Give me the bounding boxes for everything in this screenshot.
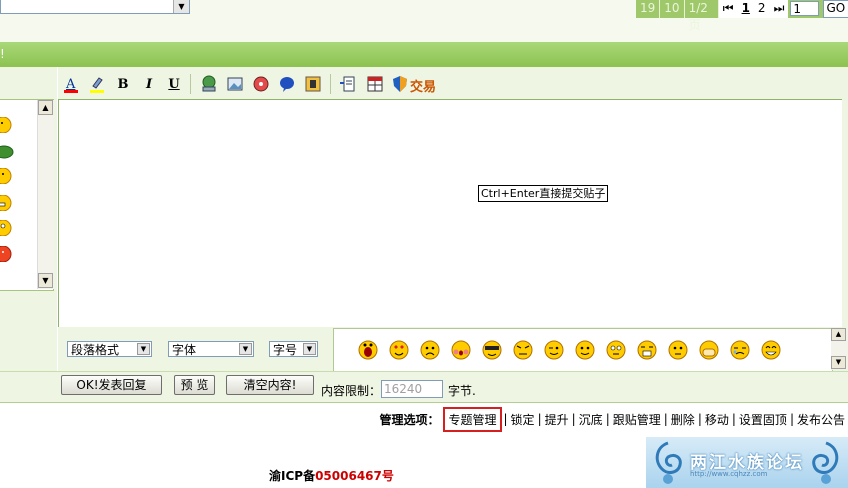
emoticon-scrollbar[interactable]: ▲ ▼: [831, 328, 847, 370]
flash-icon[interactable]: [278, 75, 296, 93]
page-count: 1/2页: [685, 0, 719, 32]
page-jump-input[interactable]: 1: [790, 1, 819, 16]
shouting-emoticon-icon[interactable]: [358, 340, 378, 360]
smiley-icon[interactable]: [0, 220, 14, 236]
chevron-down-icon[interactable]: ▼: [137, 343, 150, 355]
post-content-editor[interactable]: [58, 99, 843, 329]
highlight-icon[interactable]: [88, 75, 106, 93]
table-icon[interactable]: [366, 75, 384, 93]
surprised-emoticon-icon[interactable]: [606, 340, 626, 360]
blush-emoticon-icon[interactable]: [451, 340, 471, 360]
chevron-down-icon[interactable]: ▼: [831, 356, 846, 369]
smiley-scrollbar[interactable]: ▲ ▼: [37, 100, 54, 289]
editor-side-margin: [842, 99, 848, 327]
set-sticky-link[interactable]: 设置固顶: [736, 411, 790, 428]
angry-emoticon-icon[interactable]: [513, 340, 533, 360]
icp-license: 渝ICP备05006467号: [269, 467, 394, 484]
chevron-down-icon[interactable]: ▼: [173, 0, 189, 13]
last-page-icon[interactable]: ⏭: [769, 0, 789, 18]
dragon-icon: [812, 441, 839, 484]
font-size-value: 字号: [273, 343, 298, 357]
neutral-emoticon-icon[interactable]: [668, 340, 688, 360]
section-header-bar: !: [0, 42, 848, 67]
font-size-select[interactable]: 字号 ▼: [269, 341, 318, 357]
cool-emoticon-icon[interactable]: [482, 340, 502, 360]
chevron-up-icon[interactable]: ▲: [831, 328, 846, 341]
shy-emoticon-icon[interactable]: [699, 340, 719, 360]
page-link[interactable]: 10: [660, 0, 685, 18]
smiley-icon[interactable]: [0, 168, 14, 184]
sink-link[interactable]: 沉底: [576, 411, 606, 428]
page-link[interactable]: 19: [636, 0, 661, 18]
dragon-icon: [655, 441, 682, 484]
lock-link[interactable]: 锁定: [508, 411, 538, 428]
logo-url: http://www.cqhzz.com: [690, 470, 768, 478]
turtle-icon[interactable]: [0, 143, 14, 159]
svg-text:A: A: [65, 77, 76, 92]
font-select[interactable]: 字体 ▼: [168, 341, 254, 357]
code-icon[interactable]: [304, 75, 322, 93]
paragraph-format-value: 段落格式: [71, 343, 120, 357]
paragraph-format-select[interactable]: 段落格式 ▼: [67, 341, 152, 357]
go-button[interactable]: GO: [822, 0, 848, 18]
icp-number[interactable]: 05006467号: [315, 469, 394, 483]
forum-jump-select[interactable]: ▼: [0, 0, 190, 14]
grin-emoticon-icon[interactable]: [761, 340, 781, 360]
chevron-down-icon[interactable]: ▼: [38, 273, 53, 288]
pagination: 19 10 1/2页 ⏮ 1 2 ⏭ 1 GO: [636, 0, 848, 32]
font-value: 字体: [172, 343, 197, 357]
bold-icon[interactable]: B: [114, 75, 132, 93]
reply-manage-link[interactable]: 跟贴管理: [610, 411, 664, 428]
smiley-icon[interactable]: [0, 195, 14, 211]
love-emoticon-icon[interactable]: [389, 340, 409, 360]
topic-manage-link[interactable]: 专题管理: [443, 406, 502, 432]
chevron-down-icon[interactable]: ▼: [303, 343, 316, 355]
smile-emoticon-icon[interactable]: [575, 340, 595, 360]
trade-shield-icon[interactable]: [391, 75, 409, 93]
publish-announcement-link[interactable]: 发布公告: [794, 411, 848, 428]
header-text: !: [0, 47, 5, 61]
content-limit-unit: 字节.: [448, 384, 476, 398]
chevron-up-icon[interactable]: ▲: [38, 100, 53, 115]
page-link-next[interactable]: 2: [753, 0, 770, 18]
move-link[interactable]: 移动: [702, 411, 732, 428]
font-color-icon[interactable]: A: [62, 75, 80, 93]
image-icon[interactable]: [226, 75, 244, 93]
angry-smiley-icon[interactable]: [0, 246, 14, 262]
clear-content-button[interactable]: 清空内容!: [226, 375, 314, 395]
media-icon[interactable]: [252, 75, 270, 93]
raise-link[interactable]: 提升: [542, 411, 572, 428]
icp-prefix: 渝ICP备: [269, 469, 316, 483]
trade-button[interactable]: 交易: [410, 76, 436, 95]
submit-reply-button[interactable]: OK!发表回复: [61, 375, 162, 395]
toolbar-divider: [190, 74, 191, 94]
submit-hint-tooltip: Ctrl+Enter直接提交贴子: [478, 185, 609, 202]
admin-options: 管理选项： 专题管理 | 锁定 | 提升 | 沉底 | 跟贴管理 | 删除 | …: [379, 406, 848, 432]
link-icon[interactable]: [200, 75, 218, 93]
forum-logo: 两江水族论坛 http://www.cqhzz.com: [646, 437, 848, 488]
toolbar-divider: [330, 74, 331, 94]
wink-emoticon-icon[interactable]: [544, 340, 564, 360]
delete-link[interactable]: 删除: [668, 411, 698, 428]
preview-button[interactable]: 预 览: [174, 375, 215, 395]
smiley-icon[interactable]: [0, 117, 14, 133]
content-limit-label: 内容限制：: [321, 384, 382, 398]
crying-emoticon-icon[interactable]: [730, 340, 750, 360]
content-limit-field: 16240: [381, 380, 443, 398]
worried-emoticon-icon[interactable]: [420, 340, 440, 360]
laughing-emoticon-icon[interactable]: [637, 340, 657, 360]
current-page: 1: [737, 0, 754, 18]
admin-options-label: 管理选项：: [379, 412, 440, 427]
italic-icon[interactable]: I: [140, 75, 158, 93]
chevron-down-icon[interactable]: ▼: [239, 343, 252, 355]
paste-icon[interactable]: [339, 75, 357, 93]
first-page-icon[interactable]: ⏮: [718, 0, 738, 18]
underline-icon[interactable]: U: [165, 75, 183, 93]
